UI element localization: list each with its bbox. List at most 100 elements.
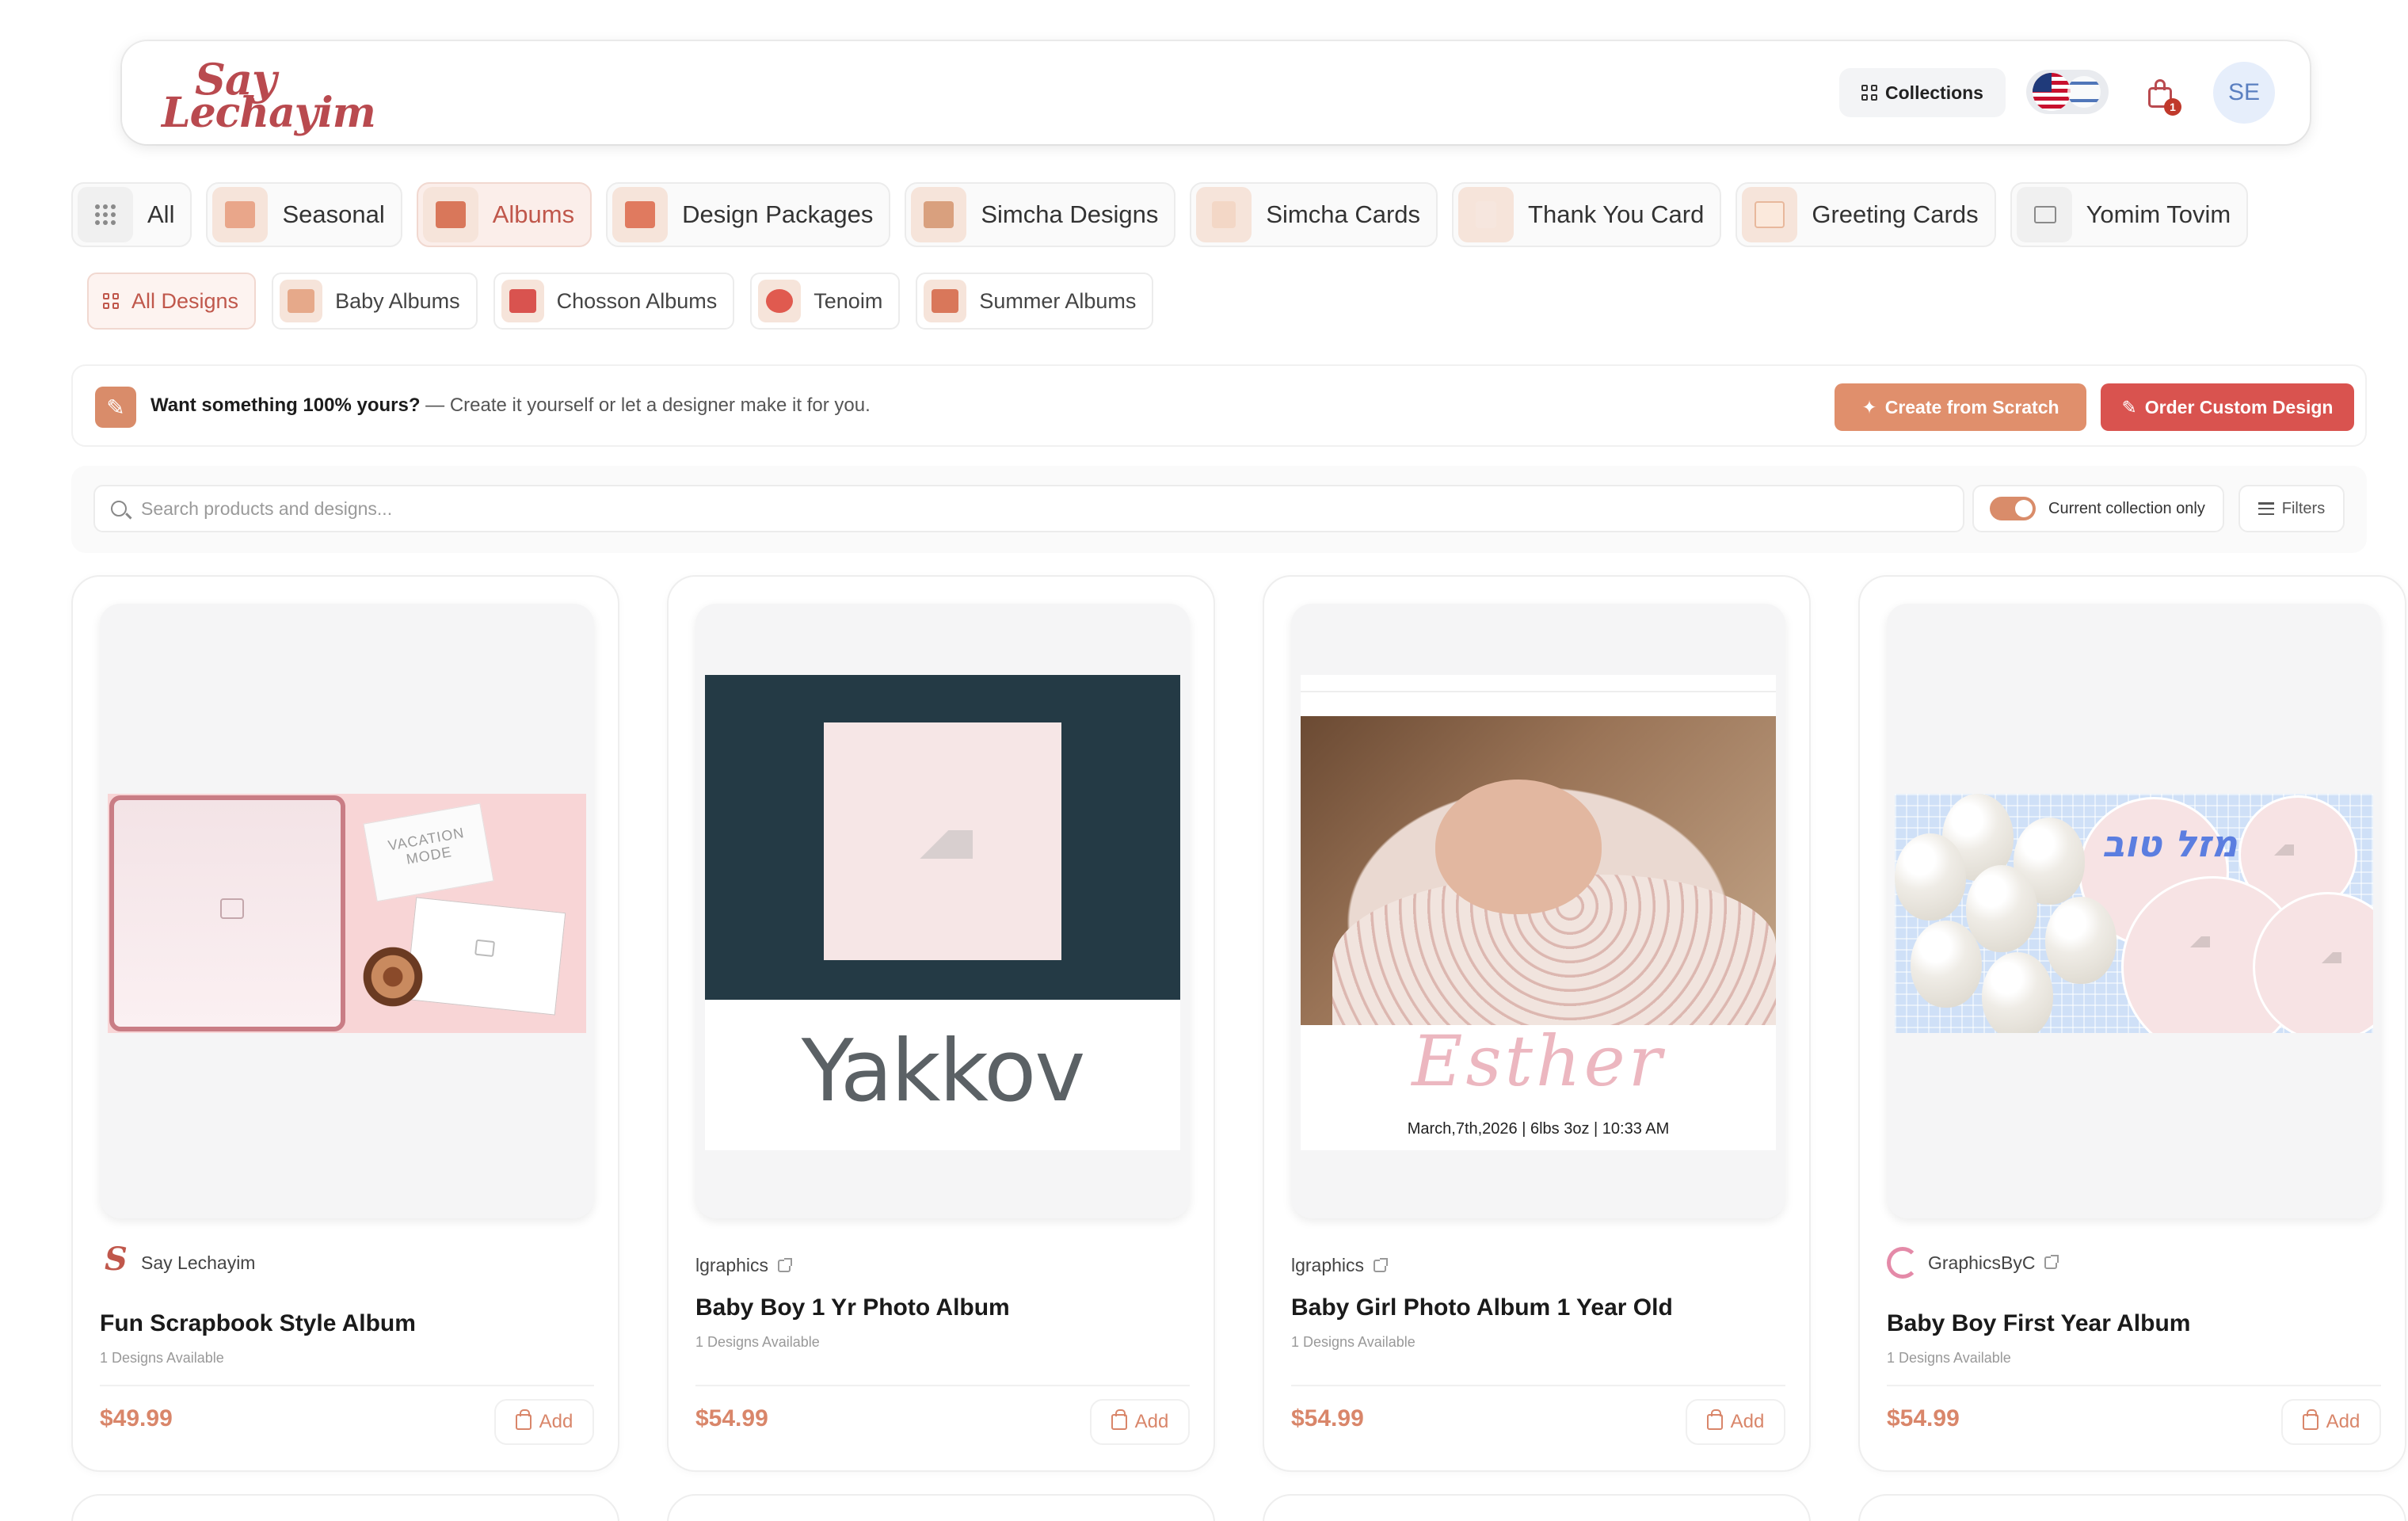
collections-label: Collections <box>1885 82 1983 103</box>
add-to-cart-button[interactable]: Add <box>1090 1399 1190 1445</box>
language-switcher[interactable] <box>2026 70 2109 114</box>
shopping-bag-icon <box>2302 1409 2318 1430</box>
order-custom-design-button[interactable]: ✎ Order Custom Design <box>2101 383 2354 431</box>
collections-button[interactable]: Collections <box>1839 68 2006 117</box>
custom-design-banner: ✎ Want something 100% yours? — Create it… <box>71 364 2367 447</box>
designs-available: 1 Designs Available <box>1291 1334 1415 1350</box>
vacation-note: VACATION MODE <box>363 802 494 902</box>
category-greeting-cards[interactable]: Greeting Cards <box>1736 182 1996 247</box>
image-placeholder-icon <box>913 830 973 859</box>
subcategory-baby-albums[interactable]: Baby Albums <box>272 273 478 330</box>
designs-available: 1 Designs Available <box>695 1334 820 1350</box>
product-preview[interactable]: מזל טוב <box>1887 604 2381 1218</box>
category-yomim-tovim[interactable]: Yomim Tovim <box>2010 182 2249 247</box>
filters-button[interactable]: Filters <box>2238 485 2345 532</box>
product-title[interactable]: Baby Boy 1 Yr Photo Album <box>695 1294 1010 1321</box>
product-card-partial[interactable] <box>667 1494 1215 1521</box>
product-title[interactable]: Baby Girl Photo Album 1 Year Old <box>1291 1294 1673 1321</box>
design-packages-thumb <box>612 187 669 242</box>
designs-available: 1 Designs Available <box>100 1350 224 1366</box>
product-preview[interactable]: Yakkov <box>695 604 1190 1218</box>
balloon-graphic <box>1982 952 2053 1033</box>
us-flag-icon[interactable] <box>2033 73 2071 111</box>
product-card-partial[interactable] <box>1263 1494 1811 1521</box>
divider <box>1291 1385 1785 1386</box>
subcategory-label: Summer Albums <box>979 288 1137 313</box>
cart-button[interactable]: 1 <box>2145 78 2181 116</box>
photo-frame <box>109 795 345 1031</box>
add-label: Add <box>1134 1411 1169 1432</box>
category-label: Simcha Cards <box>1266 200 1421 228</box>
summer-albums-thumb <box>924 280 967 322</box>
product-preview[interactable]: Esther March,7th,2026 | 6lbs 3oz | 10:33… <box>1291 604 1785 1218</box>
add-to-cart-button[interactable]: Add <box>2281 1399 2381 1445</box>
balloon-graphic <box>1966 865 2037 952</box>
category-all[interactable]: All <box>71 182 192 247</box>
category-design-packages[interactable]: Design Packages <box>606 182 891 247</box>
subcategory-tenoim[interactable]: Tenoim <box>750 273 901 330</box>
brand-row[interactable]: lgraphics <box>695 1255 793 1276</box>
product-title[interactable]: Fun Scrapbook Style Album <box>100 1310 416 1337</box>
logo-line-2: Lechayim <box>162 89 376 137</box>
category-albums[interactable]: Albums <box>416 182 592 247</box>
brand-row[interactable]: GraphicsByC <box>1887 1247 2059 1279</box>
pen-icon: ✎ <box>2121 396 2137 417</box>
product-card[interactable]: VACATION MODE S Say Lechayim Fun Scrapbo… <box>71 575 619 1472</box>
subcategory-bar: All Designs Baby Albums Chosson Albums T… <box>87 273 1154 330</box>
external-link-icon[interactable] <box>778 1257 793 1272</box>
israel-flag-icon[interactable] <box>2067 76 2101 108</box>
flower-decoration <box>353 941 432 1012</box>
subcategory-label: Tenoim <box>813 288 883 313</box>
search-input[interactable] <box>141 486 1947 531</box>
category-seasonal[interactable]: Seasonal <box>206 182 402 247</box>
tenoim-thumb <box>758 280 802 322</box>
product-card-partial[interactable] <box>71 1494 619 1521</box>
category-label: Greeting Cards <box>1812 200 1979 228</box>
simcha-cards-thumb <box>1196 187 1252 242</box>
external-link-icon[interactable] <box>2044 1255 2059 1269</box>
subcategory-summer-albums[interactable]: Summer Albums <box>916 273 1154 330</box>
category-label: Albums <box>492 200 575 228</box>
brand-row[interactable]: lgraphics <box>1291 1255 1389 1276</box>
say-lechayim-logo-icon: S <box>105 1241 128 1278</box>
subcategory-all-designs[interactable]: All Designs <box>87 273 257 330</box>
add-label: Add <box>1730 1411 1765 1432</box>
brand-row[interactable]: S Say Lechayim <box>100 1241 256 1279</box>
magic-wand-icon: ✎ <box>95 387 136 428</box>
add-to-cart-button[interactable]: Add <box>494 1399 594 1445</box>
grid-icon <box>103 293 119 309</box>
external-link-icon[interactable] <box>1374 1257 1389 1272</box>
search-box <box>93 485 1964 532</box>
image-placeholder-icon <box>220 898 244 919</box>
toggle-switch[interactable] <box>1990 497 2036 520</box>
add-to-cart-button[interactable]: Add <box>1686 1399 1785 1445</box>
product-card[interactable]: Yakkov lgraphics Baby Boy 1 Yr Photo Alb… <box>667 575 1215 1472</box>
category-label: Thank You Card <box>1528 200 1705 228</box>
user-avatar[interactable]: SE <box>2213 62 2275 124</box>
balloon-spread: מזל טוב <box>1895 794 2373 1033</box>
balloon-graphic <box>1911 921 1982 1008</box>
category-simcha-cards[interactable]: Simcha Cards <box>1190 182 1438 247</box>
category-thank-you-card[interactable]: Thank You Card <box>1452 182 1722 247</box>
category-simcha-designs[interactable]: Simcha Designs <box>905 182 1176 247</box>
brand-name: Say Lechayim <box>141 1252 256 1273</box>
product-title[interactable]: Baby Boy First Year Album <box>1887 1310 2190 1337</box>
category-bar: All Seasonal Albums Design Packages Simc… <box>71 182 2249 247</box>
product-card[interactable]: מזל טוב GraphicsByC Baby Boy First Year … <box>1858 575 2406 1472</box>
product-preview[interactable]: VACATION MODE <box>100 604 594 1218</box>
brand-name: lgraphics <box>695 1255 769 1275</box>
current-collection-toggle[interactable]: Current collection only <box>1972 485 2224 532</box>
sliders-icon <box>2258 502 2274 515</box>
category-label: Yomim Tovim <box>2086 200 2231 228</box>
brand-logo[interactable]: Say Lechayim <box>162 51 376 138</box>
product-price: $54.99 <box>1291 1405 1364 1431</box>
shopping-bag-icon <box>515 1409 532 1430</box>
add-label: Add <box>2326 1411 2360 1432</box>
create-from-scratch-button[interactable]: ✦ Create from Scratch <box>1835 383 2086 431</box>
product-card-partial[interactable] <box>1858 1494 2406 1521</box>
product-card[interactable]: Esther March,7th,2026 | 6lbs 3oz | 10:33… <box>1263 575 1811 1472</box>
add-label: Add <box>539 1411 573 1432</box>
photo-placeholder <box>824 722 1061 960</box>
image-placeholder-icon <box>474 939 496 958</box>
subcategory-chosson-albums[interactable]: Chosson Albums <box>493 273 735 330</box>
